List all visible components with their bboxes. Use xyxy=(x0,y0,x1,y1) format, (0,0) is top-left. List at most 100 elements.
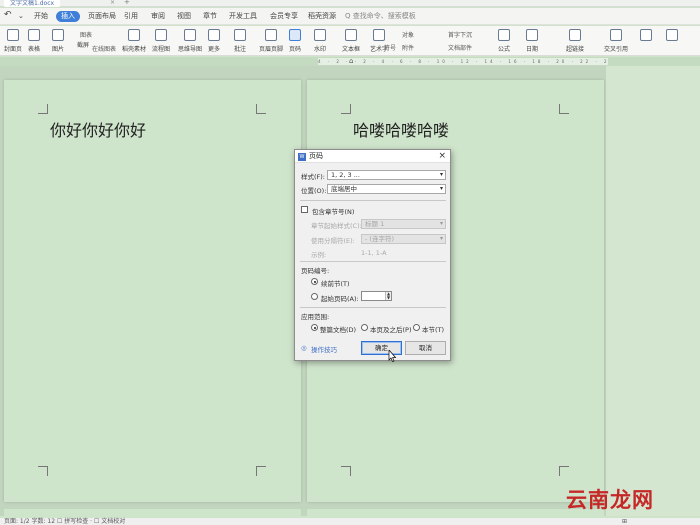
divider xyxy=(300,200,446,201)
include-chapter-checkbox[interactable] xyxy=(301,206,308,213)
chevron-down-icon: ▾ xyxy=(439,185,443,192)
cover-page-button[interactable]: 封面页 xyxy=(4,29,22,53)
status-info: 页面: 1/2 字数: 12 ☐ 拼写检查 · ☐ 文档校对 xyxy=(4,518,126,525)
document-tab[interactable]: 文字文稿1.docx xyxy=(4,0,61,7)
date-button[interactable]: 日期 xyxy=(526,29,538,53)
tips-link[interactable]: 操作技巧 xyxy=(311,344,337,354)
chevron-down-icon: ▾ xyxy=(439,235,443,242)
formula-icon xyxy=(498,29,510,41)
online-chart-button[interactable]: 在线图表 xyxy=(92,44,116,53)
horizontal-ruler[interactable]: 4 · 2 · · 2 · 4 · 6 · 8 · 10 · 12 · 14 ·… xyxy=(0,57,700,66)
start-at-stepper[interactable]: ▲ ▼ xyxy=(361,291,392,301)
continue-radio[interactable] xyxy=(311,278,318,285)
ribbon-extra2-button[interactable] xyxy=(666,29,678,41)
mindmap-button[interactable]: 思维导图 xyxy=(178,29,202,53)
hyperlink-icon xyxy=(569,29,581,41)
docer-material-button[interactable]: 稻壳素材 xyxy=(122,29,146,53)
status-bar: 页面: 1/2 字数: 12 ☐ 拼写检查 · ☐ 文档校对 ⊞ xyxy=(0,518,700,525)
textbox-icon xyxy=(345,29,357,41)
ribbon-extra2-icon xyxy=(666,29,678,41)
textbox-button[interactable]: 文本框 xyxy=(342,29,360,53)
wordart-icon xyxy=(373,29,385,41)
menu-dropdown-icon[interactable]: ⌄ xyxy=(18,11,24,22)
ribbon-extra-button[interactable] xyxy=(640,29,652,41)
apply-this-section-radio[interactable] xyxy=(413,324,420,331)
menu-bar: ↶ ⌄ 开始 插入 页面布局 引用 审阅 视图 章节 开发工具 会员专享 稻壳资… xyxy=(0,8,700,25)
crop-mark xyxy=(559,466,569,476)
comment-button[interactable]: 批注 xyxy=(234,29,246,53)
drop-cap-button[interactable]: 首字下沉 xyxy=(448,30,472,39)
header-footer-button[interactable]: 页眉页脚 xyxy=(259,29,283,53)
table-button[interactable]: 表格 xyxy=(28,29,40,53)
picture-icon xyxy=(52,29,64,41)
separator-select: - (连字符) ▾ xyxy=(361,234,446,244)
chevron-down-icon: ▾ xyxy=(439,171,443,178)
menu-view[interactable]: 视图 xyxy=(177,11,191,22)
chapter-start-label: 章节起始样式(C): xyxy=(311,222,362,230)
cancel-button[interactable]: 取消 xyxy=(405,341,446,355)
menu-references[interactable]: 引用 xyxy=(124,11,138,22)
ribbon-extra-icon xyxy=(640,29,652,41)
crop-mark xyxy=(256,466,266,476)
screenshot-button[interactable]: 截屏 xyxy=(77,40,89,49)
symbol-button[interactable]: 符号 xyxy=(384,43,396,52)
style-label: 样式(F): xyxy=(301,173,326,181)
position-select[interactable]: 底端居中 ▾ xyxy=(327,184,446,194)
hyperlink-button[interactable]: 超链接 xyxy=(566,29,584,53)
mouse-cursor-icon xyxy=(388,350,396,362)
menu-developer[interactable]: 开发工具 xyxy=(229,11,257,22)
apply-this-page-label: 本页及之后(P) xyxy=(370,326,412,334)
apply-whole-radio[interactable] xyxy=(311,324,318,331)
doc-parts-button[interactable]: 文档部件 xyxy=(448,43,472,52)
picture-button[interactable]: 图片 xyxy=(52,29,64,53)
apply-this-section-label: 本节(T) xyxy=(422,326,445,334)
cross-reference-icon xyxy=(610,29,622,41)
indent-marker-icon[interactable]: ⌂ xyxy=(349,57,355,66)
menu-start[interactable]: 开始 xyxy=(34,11,48,22)
document-page-1[interactable]: 你好你好你好 xyxy=(4,80,301,502)
menu-page-layout[interactable]: 页面布局 xyxy=(88,11,116,22)
tab-close-icon[interactable]: × xyxy=(110,0,115,6)
flowchart-button[interactable]: 流程图 xyxy=(152,29,170,53)
search-command-input[interactable]: Q 查找命令、搜索模板 xyxy=(345,11,435,22)
wps-app-icon: W xyxy=(298,153,306,161)
apply-this-page-radio[interactable] xyxy=(361,324,368,331)
watermark-icon xyxy=(314,29,326,41)
close-icon[interactable]: × xyxy=(438,151,446,161)
include-chapter-label: 包含章节号(N) xyxy=(312,208,355,216)
menu-section[interactable]: 章节 xyxy=(203,11,217,22)
crop-mark xyxy=(38,104,48,114)
cross-reference-button[interactable]: 交叉引用 xyxy=(604,29,628,53)
page1-body-text[interactable]: 你好你好你好 xyxy=(50,117,146,141)
undo-icon[interactable]: ↶ xyxy=(4,10,12,21)
menu-member[interactable]: 会员专享 xyxy=(270,11,298,22)
menu-insert[interactable]: 插入 xyxy=(56,11,80,22)
numbering-label: 页码编号: xyxy=(301,267,330,275)
flowchart-icon xyxy=(155,29,167,41)
page-number-button[interactable]: 页码 xyxy=(289,29,301,53)
object-button[interactable]: 对象 xyxy=(402,30,414,39)
site-watermark: 云南龙网 xyxy=(566,488,654,512)
new-tab-icon[interactable]: + xyxy=(124,0,130,6)
more-button[interactable]: 更多 xyxy=(208,29,220,53)
style-select[interactable]: 1, 2, 3 ... ▾ xyxy=(327,170,446,180)
formula-button[interactable]: 公式 xyxy=(498,29,510,53)
chapter-start-select: 标题 1 ▾ xyxy=(361,219,446,229)
page2-body-text[interactable]: 哈喽哈喽哈喽 xyxy=(353,117,449,141)
stepper-down-icon[interactable]: ▼ xyxy=(385,296,391,300)
document-side-area xyxy=(606,66,700,516)
position-label: 位置(O): xyxy=(301,187,327,195)
date-icon xyxy=(526,29,538,41)
attachment-button[interactable]: 附件 xyxy=(402,43,414,52)
dialog-title-bar[interactable]: W 页码 × xyxy=(295,150,450,163)
comment-icon xyxy=(234,29,246,41)
menu-resources[interactable]: 稻壳资源 xyxy=(308,11,336,22)
crop-mark xyxy=(256,104,266,114)
start-at-radio[interactable] xyxy=(311,293,318,300)
chart-button[interactable]: 图表 xyxy=(80,30,92,39)
menu-review[interactable]: 审阅 xyxy=(151,11,165,22)
title-bar: 文字文稿1.docx × + xyxy=(0,0,700,7)
view-mode-icon[interactable]: ⊞ xyxy=(622,518,627,525)
page-number-dialog: W 页码 × 样式(F): 1, 2, 3 ... ▾ 位置(O): 底端居中 … xyxy=(294,149,451,361)
watermark-button[interactable]: 水印 xyxy=(314,29,326,53)
